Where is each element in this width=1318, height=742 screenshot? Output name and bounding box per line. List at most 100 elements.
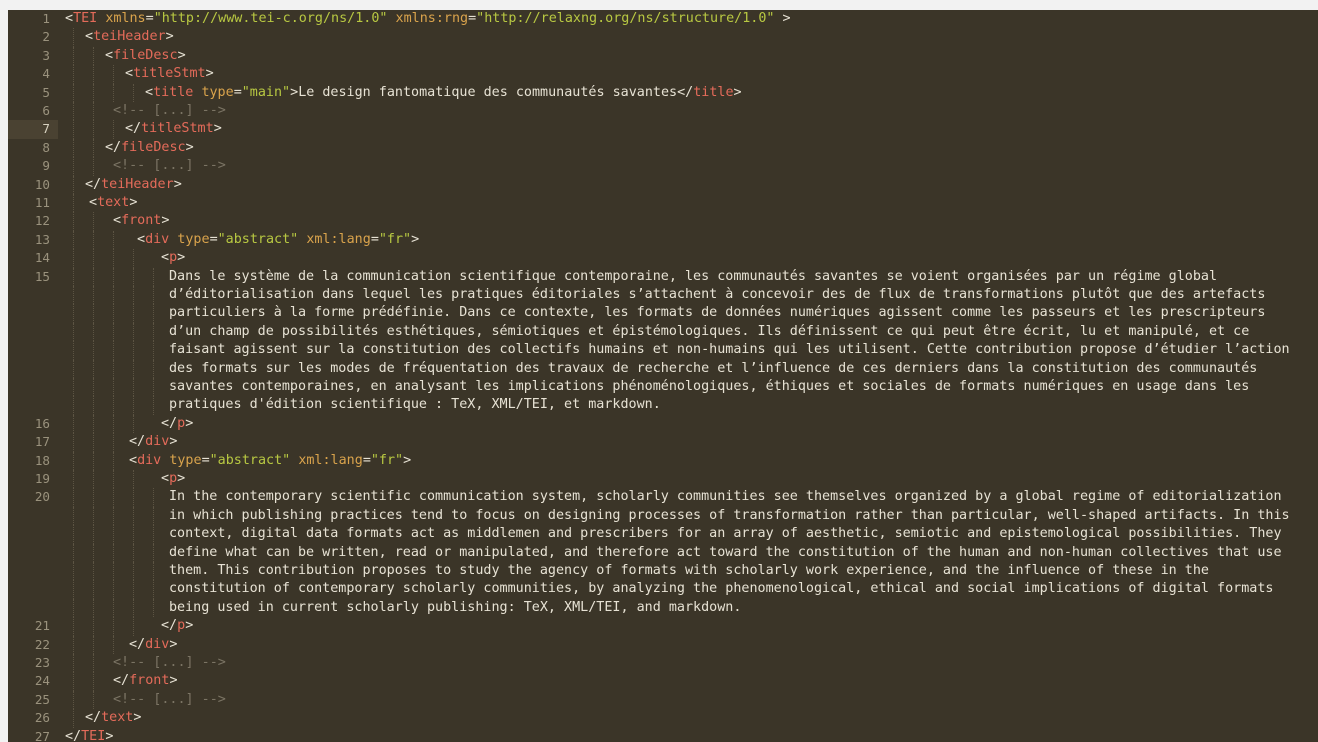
indent-guide [113, 378, 114, 397]
token-txt: faisant agissent sur la constitution des… [169, 342, 1290, 358]
token-txt: define what can be written, read or mani… [169, 544, 1282, 560]
code-line[interactable]: 17 </div> [8, 433, 1318, 452]
code-line[interactable]: 14 <p> [8, 249, 1318, 268]
indent-guide [73, 378, 74, 397]
token-tag: div [145, 231, 170, 247]
indent-guide [153, 562, 154, 581]
token-punct: </ [105, 139, 122, 155]
code-line[interactable]: 21 </p> [8, 617, 1318, 636]
indent-guide [113, 341, 114, 360]
code-line[interactable]: context, digital data formats act as mid… [8, 525, 1318, 544]
code-line[interactable]: d’un champ de possibilités esthétiques, … [8, 322, 1318, 342]
code-line[interactable]: being used in current scholarly publishi… [8, 598, 1318, 618]
indent-guide [113, 249, 114, 268]
indent-guide [93, 230, 94, 250]
code-line[interactable]: 15 Dans le système de la communication sc… [8, 267, 1318, 286]
code-line[interactable]: des formats sur les modes de fréquentati… [8, 359, 1318, 378]
code-line[interactable]: them. This contribution proposes to stud… [8, 562, 1318, 581]
code-text: <text> [89, 194, 137, 212]
code-line[interactable]: pratiques d'édition scientifique : TeX, … [8, 396, 1318, 415]
indent-guide [73, 194, 74, 213]
line-number: 11 [34, 195, 50, 210]
code-text: </p> [161, 617, 193, 635]
code-line[interactable]: 12 <front> [8, 212, 1318, 231]
code-editor[interactable]: 1 <TEI xmlns="http://www.tei-c.org/ns/1.0… [8, 10, 1318, 742]
code-line[interactable]: savantes contemporaines, en analysant le… [8, 378, 1318, 397]
indent-guide [113, 470, 114, 489]
code-line[interactable]: faisant agissent sur la constitution des… [8, 341, 1318, 360]
code-line[interactable]: 16 </p> [8, 414, 1318, 434]
line-number: 23 [34, 655, 50, 670]
line-number: 6 [42, 103, 50, 118]
token-tag: title [693, 84, 734, 100]
indent-guide [73, 28, 74, 47]
code-text: </fileDesc> [105, 139, 194, 157]
code-line[interactable]: 1 <TEI xmlns="http://www.tei-c.org/ns/1.0… [8, 10, 1318, 28]
line-number [8, 562, 58, 580]
code-line[interactable]: 13 <div type="abstract" xml:lang="fr"> [8, 230, 1318, 250]
code-line[interactable]: 9 <!-- [...] --> [8, 157, 1318, 176]
token-txt: constitution of contemporary scholarly c… [169, 581, 1274, 597]
code-text: <p> [161, 249, 185, 267]
code-line[interactable]: 3 <fileDesc> [8, 46, 1318, 66]
line-number [8, 286, 58, 304]
code-line[interactable]: 4 <titleStmt> [8, 65, 1318, 84]
indent-guide [93, 138, 94, 158]
code-line[interactable]: particuliers à la forme prédéfinie. Dans… [8, 304, 1318, 323]
code-line[interactable]: 7 </titleStmt> [8, 120, 1318, 139]
indent-guide [113, 525, 114, 544]
code-line[interactable]: 5 <title type="main">Le design fantomatiq… [8, 83, 1318, 102]
code-line[interactable]: 19 <p> [8, 470, 1318, 489]
token-punct: < [113, 213, 122, 229]
token-punct: > [169, 673, 178, 689]
line-number: 17 [34, 434, 50, 450]
indent-guide [113, 617, 114, 636]
token-punct: > [165, 29, 174, 45]
code-line[interactable]: 18 <div type="abstract" xml:lang="fr"> [8, 451, 1318, 470]
code-text: </div> [129, 433, 177, 451]
token-punct: < [85, 29, 94, 45]
token-tag: p [177, 415, 186, 431]
code-text: </TEI> [65, 728, 113, 742]
line-number: 2 [42, 29, 50, 45]
indent-guide [113, 286, 114, 305]
code-line[interactable]: in which publishing practices tend to fo… [8, 506, 1318, 526]
code-line[interactable]: 23 <!-- [...] --> [8, 654, 1318, 673]
code-line[interactable]: 11 <text> [8, 194, 1318, 213]
token-punct: < [145, 84, 154, 100]
token-tag: fileDesc [121, 139, 186, 155]
token-str: "http://relaxng.org/ns/structure/1.0" [476, 11, 775, 26]
code-line[interactable]: constitution of contemporary scholarly c… [8, 580, 1318, 599]
code-line[interactable]: 27 </TEI> [8, 728, 1318, 742]
line-number: 7 [8, 120, 58, 139]
code-line[interactable]: 26 </text> [8, 709, 1318, 728]
line-number [8, 580, 58, 598]
code-line[interactable]: 2 <teiHeader> [8, 28, 1318, 47]
token-txt: Le design fantomatique des communautés s… [298, 84, 678, 100]
indent-guide [113, 396, 114, 415]
line-number: 9 [42, 158, 50, 174]
indent-guide [113, 65, 114, 84]
token-punct: > [169, 636, 178, 652]
token-str: "main" [241, 84, 291, 100]
code-line[interactable]: 25 <!-- [...] --> [8, 690, 1318, 710]
code-text: particuliers à la forme prédéfinie. Dans… [169, 304, 1265, 322]
code-text: <div type="abstract" xml:lang="fr"> [129, 452, 411, 470]
token-punct: > [169, 434, 178, 450]
code-line[interactable]: 24 </front> [8, 672, 1318, 691]
code-line[interactable]: 10 </teiHeader> [8, 175, 1318, 194]
token-punct: < [89, 195, 98, 210]
code-line[interactable]: 20 In the contemporary scientific communi… [8, 488, 1318, 507]
indent-guide [133, 543, 134, 562]
token-tag: TEI [73, 11, 98, 26]
code-line[interactable]: d’éditorialisation dans lequel les prati… [8, 286, 1318, 305]
code-line[interactable]: 6 <!-- [...] --> [8, 102, 1318, 121]
code-line[interactable]: 8 </fileDesc> [8, 138, 1318, 158]
token-attr: xmlns:rng [395, 11, 469, 26]
token-punct: </ [113, 673, 130, 689]
indent-guide [93, 414, 94, 434]
code-line[interactable]: 22 </div> [8, 635, 1318, 654]
code-line[interactable]: define what can be written, read or mani… [8, 543, 1318, 562]
indent-guide [93, 120, 94, 139]
token-punct: </ [161, 415, 178, 431]
